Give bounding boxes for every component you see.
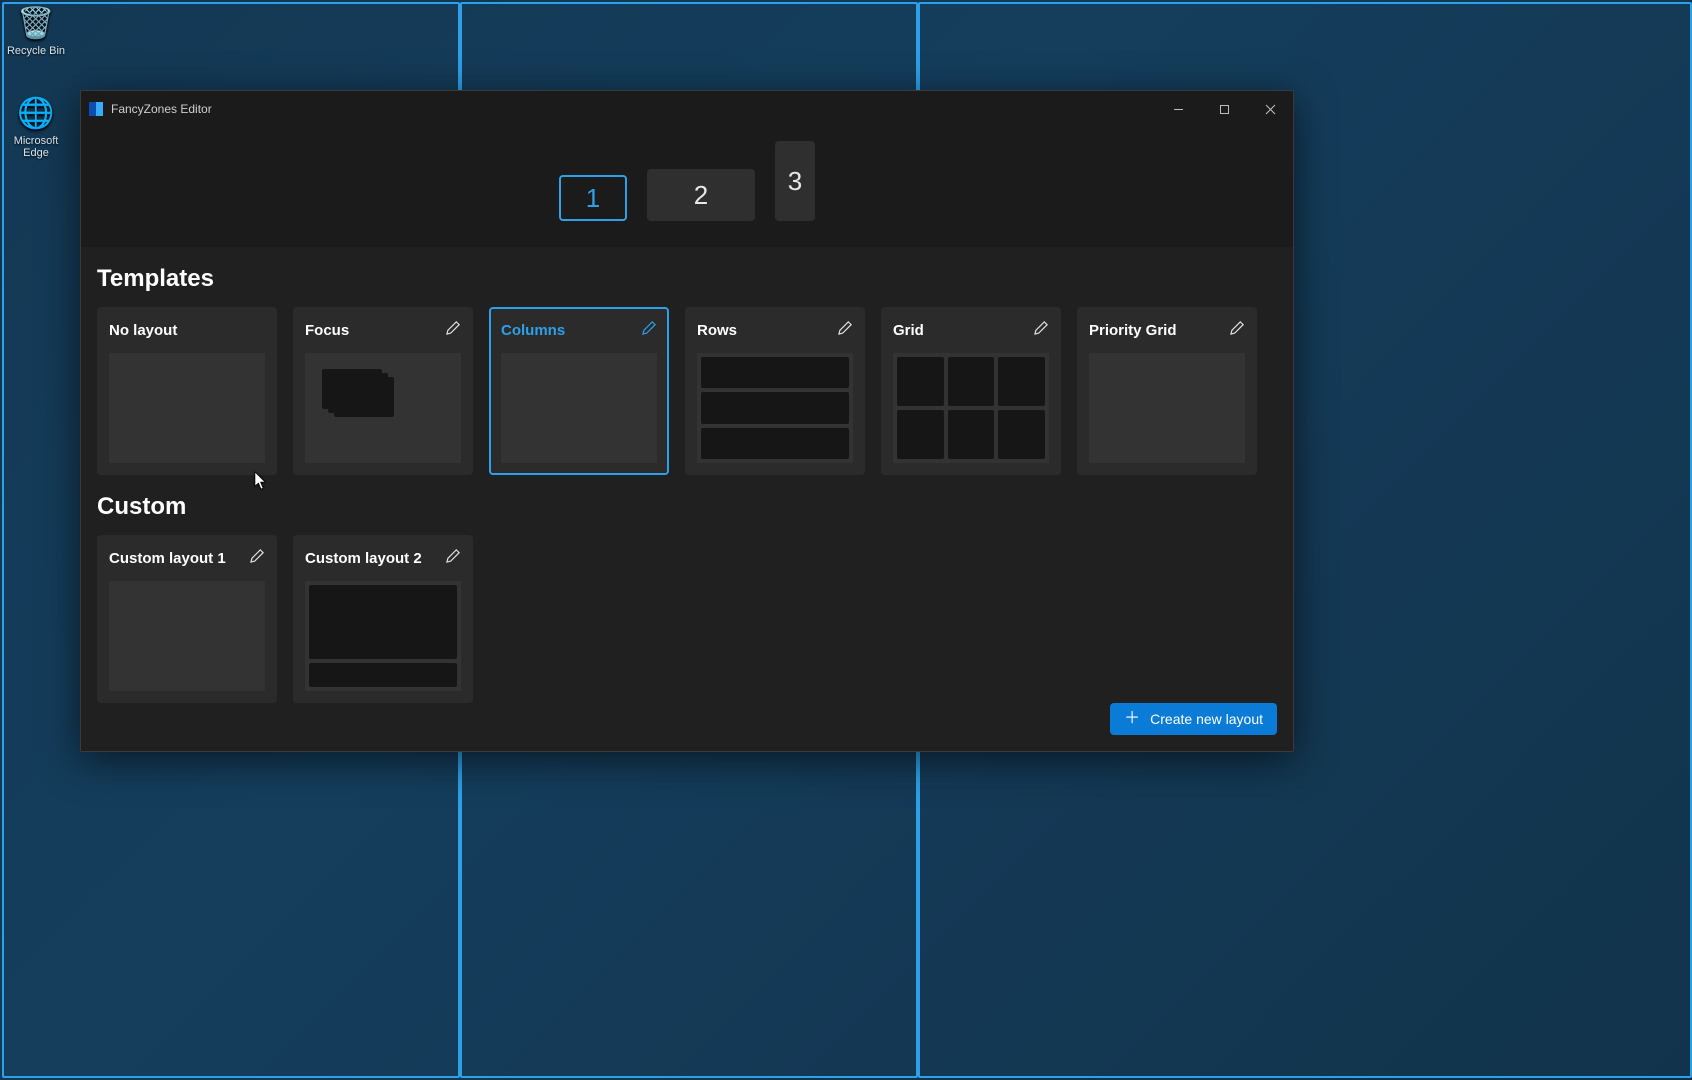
layout-card-title: Custom layout 2 — [305, 550, 422, 567]
titlebar[interactable]: FancyZones Editor — [81, 91, 1293, 127]
custom-grid: Custom layout 1 Custom layout 2 — [97, 535, 1277, 703]
edge-icon: 🌐 — [0, 96, 72, 131]
custom-heading: Custom — [97, 493, 1277, 521]
create-button-label: Create new layout — [1150, 711, 1263, 727]
layout-preview-grid — [893, 353, 1049, 463]
desktop-icon-recycle-bin[interactable]: 🗑️ Recycle Bin — [0, 6, 72, 57]
layout-card-custom-2[interactable]: Custom layout 2 — [293, 535, 473, 703]
desktop-icon-microsoft-edge[interactable]: 🌐 Microsoft Edge — [0, 96, 72, 159]
layout-preview-columns — [501, 353, 657, 463]
layout-preview-custom-2 — [305, 581, 461, 691]
layout-card-custom-1[interactable]: Custom layout 1 — [97, 535, 277, 703]
fancyzones-app-icon — [89, 102, 103, 116]
monitor-tab-3[interactable]: 3 — [775, 141, 815, 221]
create-new-layout-button[interactable]: ＋ Create new layout — [1110, 703, 1277, 735]
layout-card-columns[interactable]: Columns — [489, 307, 669, 475]
layout-preview-rows — [697, 353, 853, 463]
edit-icon[interactable] — [642, 320, 657, 340]
layout-card-title: Columns — [501, 322, 565, 339]
edit-icon[interactable] — [1034, 320, 1049, 340]
layout-card-title: Rows — [697, 322, 737, 339]
layout-card-title: Grid — [893, 322, 924, 339]
fancyzones-editor-window: FancyZones Editor 1 2 3 — [80, 90, 1294, 752]
recycle-bin-icon: 🗑️ — [0, 6, 72, 41]
edit-icon[interactable] — [446, 548, 461, 568]
layout-preview-priority-grid — [1089, 353, 1245, 463]
monitor-tab-label: 3 — [788, 166, 802, 197]
layout-card-priority-grid[interactable]: Priority Grid — [1077, 307, 1257, 475]
desktop-icon-label: Microsoft Edge — [14, 135, 59, 159]
monitor-selector: 1 2 3 — [81, 127, 1293, 247]
monitor-tab-label: 1 — [586, 183, 600, 214]
layout-card-focus[interactable]: Focus — [293, 307, 473, 475]
monitor-tab-label: 2 — [694, 180, 708, 211]
layout-preview-focus — [305, 353, 461, 463]
layout-preview-custom-1 — [109, 581, 265, 691]
window-controls — [1155, 91, 1293, 127]
monitor-tab-2[interactable]: 2 — [647, 169, 755, 221]
templates-heading: Templates — [97, 265, 1277, 293]
content-area: Templates No layout Focus — [81, 247, 1293, 751]
edit-icon[interactable] — [1230, 320, 1245, 340]
close-button[interactable] — [1247, 91, 1293, 127]
layout-card-title: Priority Grid — [1089, 322, 1177, 339]
layout-card-title: Custom layout 1 — [109, 550, 226, 567]
plus-icon: ＋ — [1124, 711, 1140, 727]
layout-card-grid[interactable]: Grid — [881, 307, 1061, 475]
minimize-button[interactable] — [1155, 91, 1201, 127]
edit-icon[interactable] — [250, 548, 265, 568]
window-title: FancyZones Editor — [111, 102, 212, 116]
layout-card-title: Focus — [305, 322, 349, 339]
maximize-button[interactable] — [1201, 91, 1247, 127]
layout-card-no-layout[interactable]: No layout — [97, 307, 277, 475]
desktop-icon-label: Recycle Bin — [7, 45, 65, 57]
layout-preview-no-layout — [109, 353, 265, 463]
templates-grid: No layout Focus — [97, 307, 1277, 475]
monitor-tab-1[interactable]: 1 — [559, 175, 627, 221]
edit-icon[interactable] — [446, 320, 461, 340]
desktop: 🗑️ Recycle Bin 🌐 Microsoft Edge FancyZon… — [0, 0, 1692, 1080]
layout-card-title: No layout — [109, 322, 177, 339]
layout-card-rows[interactable]: Rows — [685, 307, 865, 475]
edit-icon[interactable] — [838, 320, 853, 340]
